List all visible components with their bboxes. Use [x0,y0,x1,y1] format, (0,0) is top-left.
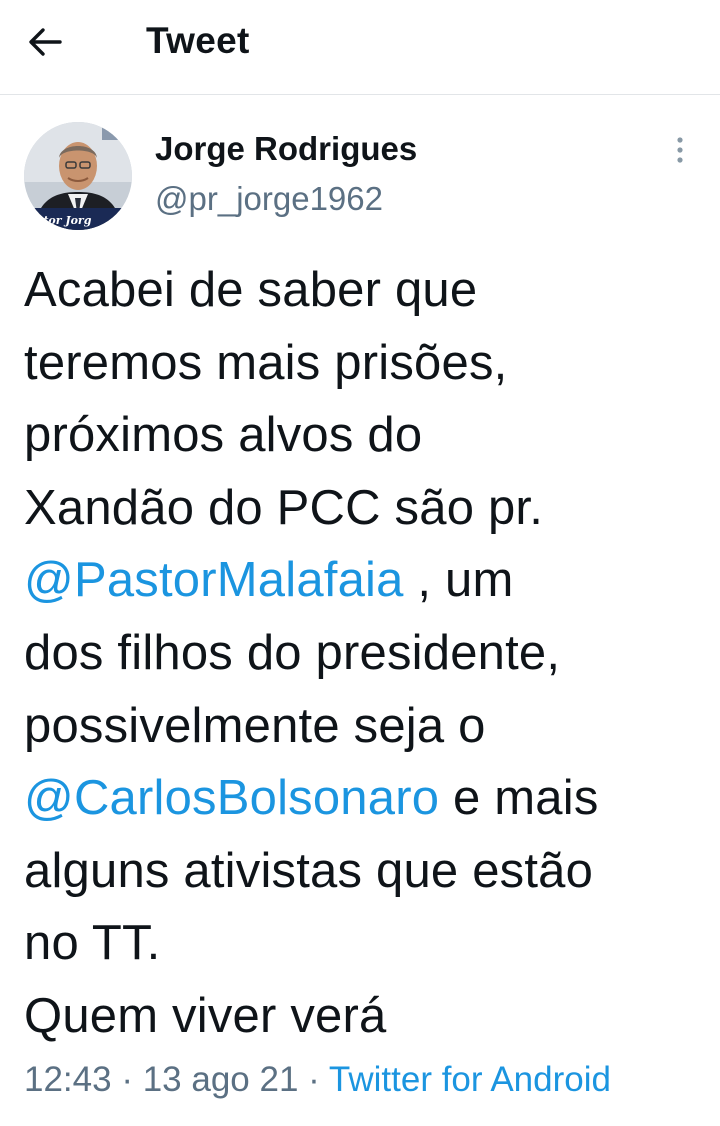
tweet-time: 12:43 [24,1060,112,1099]
tweet-line: Acabei de saber que [24,263,478,317]
avatar-caption: astor Jorg [30,214,92,227]
tweet-line-text: , um [403,553,514,608]
tweet-line: teremos mais prisões, [24,335,508,390]
top-bar: Tweet [0,0,720,95]
tweet-line: @CarlosBolsonaro e mais [24,762,704,835]
mention-link-carlosbolsonaro[interactable]: @CarlosBolsonaro [24,771,439,825]
tweet-line: possivelmente seja o [24,698,486,753]
separator-dot: · [111,1060,143,1099]
author-name[interactable]: Jorge Rodrigues [155,130,417,168]
tweet-date: 13 ago 21 [142,1060,299,1099]
tweet-line-text: e mais [439,771,599,826]
separator-dot: · [298,1060,329,1099]
tweet-line: Xandão do PCC são pr. [24,480,544,535]
arrow-left-icon [28,27,62,57]
author-handle[interactable]: @pr_jorge1962 [155,180,383,218]
back-button[interactable] [28,18,84,66]
tweet-line: dos filhos do presidente, [24,625,561,680]
mention-link-pastormalafaia[interactable]: @PastorMalafaia [24,553,404,607]
tweet-line: @PastorMalafaia , um [24,544,704,617]
tweet-source-link[interactable]: Twitter for Android [329,1060,611,1099]
tweet-line: no TT. [24,916,161,971]
avatar[interactable]: astor Jorg [24,122,132,230]
tweet-line: alguns ativistas que estão [24,843,594,898]
more-vertical-icon [676,135,684,170]
tweet-line: próximos alvos do [24,408,423,463]
page-title: Tweet [146,20,250,61]
tweet-text: Acabei de saber que teremos mais prisões… [24,254,704,1053]
more-options-button[interactable] [664,132,696,172]
tweet-metadata: 12:43 · 13 ago 21 · Twitter for Android [24,1060,611,1100]
tweet-line: Quem viver verá [24,988,387,1043]
